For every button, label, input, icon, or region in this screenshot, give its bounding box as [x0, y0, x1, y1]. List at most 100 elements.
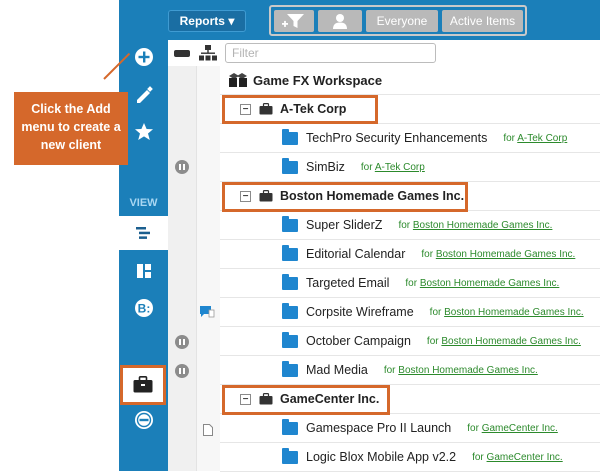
- star-icon: [134, 123, 153, 140]
- for-label: for: [421, 248, 434, 260]
- view-label: VIEW: [129, 197, 158, 209]
- client-link[interactable]: GameCenter Inc.: [482, 423, 558, 434]
- briefcase-icon: [259, 103, 273, 115]
- project-row[interactable]: TechPro Security Enhancements for A-Tek …: [220, 124, 600, 153]
- for-label: for: [405, 277, 418, 289]
- project-name: Targeted Email: [306, 276, 390, 290]
- tree-view-button[interactable]: [119, 216, 168, 250]
- client-link[interactable]: Boston Homemade Games Inc.: [398, 365, 538, 376]
- client-row[interactable]: − GameCenter Inc.: [220, 385, 600, 414]
- project-row[interactable]: Logic Blox Mobile App v2.2 for GameCente…: [220, 443, 600, 472]
- project-name: Logic Blox Mobile App v2.2: [306, 450, 457, 464]
- folder-icon: [282, 128, 298, 145]
- for-label: for: [467, 422, 479, 434]
- briefcase-icon: [259, 190, 273, 202]
- client-link[interactable]: A-Tek Corp: [375, 162, 425, 173]
- client-name: GameCenter Inc.: [280, 392, 380, 406]
- project-name: Super SliderZ: [306, 218, 383, 232]
- project-name: Corpsite Wireframe: [306, 305, 414, 319]
- project-row[interactable]: October Campaign for Boston Homemade Gam…: [220, 327, 600, 356]
- briefcase-icon: [259, 393, 273, 405]
- plus-circle-icon: [134, 48, 153, 66]
- project-client-ref: for Boston Homemade Games Inc.: [384, 365, 538, 376]
- client-row[interactable]: − Boston Homemade Games Inc.: [220, 182, 600, 211]
- project-row[interactable]: Mad Media for Boston Homemade Games Inc.: [220, 356, 600, 385]
- filter-funnel-icon: [282, 14, 304, 28]
- briefcase-icon: [133, 376, 153, 393]
- comment-icon[interactable]: [199, 305, 215, 319]
- collapse-toggle[interactable]: −: [240, 393, 251, 405]
- top-bar: Reports ▾ Everyone Active Items: [168, 0, 600, 40]
- person-icon: [333, 14, 347, 29]
- project-row[interactable]: SimBiz for A-Tek Corp: [220, 153, 600, 182]
- folder-icon: [282, 418, 298, 435]
- project-row[interactable]: Targeted Email for Boston Homemade Games…: [220, 269, 600, 298]
- pencil-icon: [136, 86, 153, 103]
- project-client-ref: for Boston Homemade Games Inc.: [430, 307, 584, 318]
- client-link[interactable]: Boston Homemade Games Inc.: [441, 336, 581, 347]
- project-client-ref: for Boston Homemade Games Inc.: [398, 220, 552, 231]
- for-label: for: [472, 451, 484, 463]
- project-name: October Campaign: [306, 334, 411, 348]
- project-client-ref: for A-Tek Corp: [361, 162, 425, 173]
- project-client-ref: for Boston Homemade Games Inc.: [427, 336, 581, 347]
- client-link[interactable]: Boston Homemade Games Inc.: [413, 220, 553, 231]
- client-row[interactable]: − A-Tek Corp: [220, 95, 600, 124]
- workspace-boxes-icon: [229, 73, 247, 87]
- board-view-button[interactable]: [119, 253, 168, 289]
- project-row[interactable]: Editorial Calendar for Boston Homemade G…: [220, 240, 600, 269]
- project-name: Gamespace Pro II Launch: [306, 421, 452, 435]
- paused-icon: [175, 160, 189, 174]
- folder-icon: [282, 215, 298, 232]
- reports-menu-button[interactable]: Reports ▾: [168, 10, 246, 32]
- client-name: Boston Homemade Games Inc.: [280, 189, 465, 203]
- collapse-toggle[interactable]: −: [240, 190, 251, 202]
- project-client-ref: for GameCenter Inc.: [467, 423, 558, 434]
- everyone-filter-button[interactable]: Everyone: [366, 10, 438, 32]
- client-link[interactable]: GameCenter Inc.: [487, 452, 563, 463]
- for-label: for: [503, 132, 516, 144]
- client-link[interactable]: Boston Homemade Games Inc.: [444, 307, 584, 318]
- filter-input[interactable]: [225, 43, 436, 63]
- folder-icon: [282, 331, 298, 348]
- folder-icon: [282, 273, 298, 290]
- project-row[interactable]: Gamespace Pro II Launch for GameCenter I…: [220, 414, 600, 443]
- project-row[interactable]: Corpsite Wireframe for Boston Homemade G…: [220, 298, 600, 327]
- paused-icon: [175, 335, 189, 349]
- project-client-ref: for Boston Homemade Games Inc.: [405, 278, 559, 289]
- instruction-callout: Click the Add menu to create a new clien…: [14, 92, 128, 165]
- workspace-title: Game FX Workspace: [253, 72, 383, 88]
- client-link[interactable]: Boston Homemade Games Inc.: [436, 249, 576, 260]
- project-name: Mad Media: [306, 363, 368, 377]
- folder-icon: [282, 157, 298, 174]
- client-link[interactable]: A-Tek Corp: [517, 133, 567, 144]
- for-label: for: [426, 335, 439, 347]
- workspace-row[interactable]: Game FX Workspace: [220, 66, 600, 95]
- project-row[interactable]: Super SliderZ for Boston Homemade Games …: [220, 211, 600, 240]
- archive-button[interactable]: [119, 402, 168, 438]
- active-items-filter-button[interactable]: Active Items: [442, 10, 523, 32]
- folder-icon: [282, 447, 298, 464]
- svg-text:B:: B:: [137, 302, 150, 316]
- clients-view-button[interactable]: [120, 365, 166, 405]
- for-label: for: [398, 219, 411, 231]
- folder-icon: [282, 302, 298, 319]
- b-circle-icon: B:: [134, 299, 153, 317]
- project-client-ref: for A-Tek Corp: [503, 133, 567, 144]
- folder-icon: [282, 360, 298, 377]
- project-tree: Game FX Workspace − A-Tek Corp TechPro S…: [220, 66, 600, 472]
- tree-toolbar: [168, 40, 600, 66]
- collapse-toggle[interactable]: −: [240, 103, 251, 115]
- collapse-all-icon[interactable]: [174, 49, 190, 59]
- client-link[interactable]: Boston Homemade Games Inc.: [420, 278, 560, 289]
- client-name: A-Tek Corp: [280, 102, 347, 116]
- person-filter-button[interactable]: [318, 10, 362, 32]
- hierarchy-icon[interactable]: [199, 45, 217, 61]
- budget-view-button[interactable]: B:: [119, 290, 168, 326]
- status-gutter: [168, 66, 196, 471]
- for-label: for: [383, 364, 396, 376]
- tree-list-icon: [135, 227, 150, 239]
- add-filter-button[interactable]: [274, 10, 314, 32]
- project-name: TechPro Security Enhancements: [306, 131, 488, 145]
- document-icon[interactable]: [203, 424, 213, 436]
